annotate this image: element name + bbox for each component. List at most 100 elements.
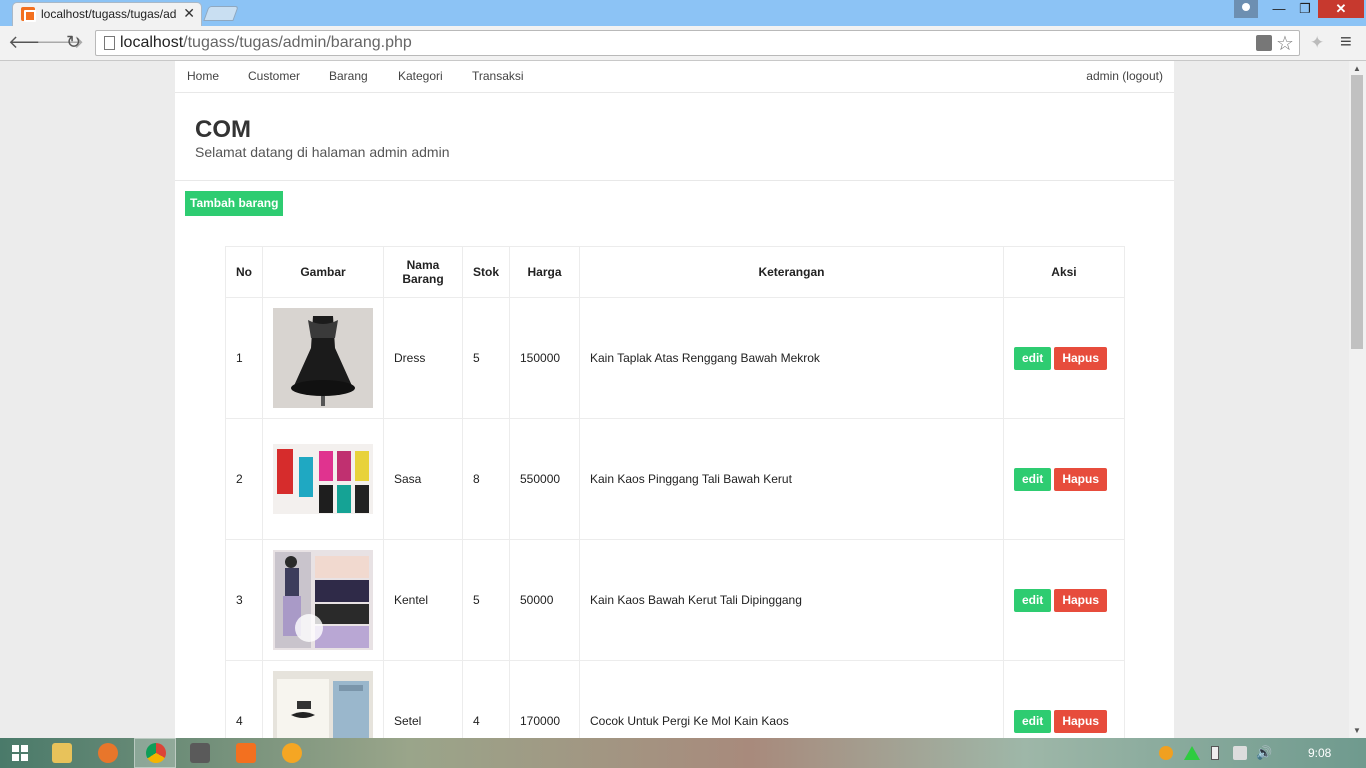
- firefox-icon[interactable]: [98, 743, 118, 763]
- edit-button[interactable]: edit: [1013, 709, 1052, 733]
- chrome-icon: [146, 743, 166, 763]
- nav-transaksi[interactable]: Transaksi: [472, 69, 524, 83]
- cell-image: [262, 539, 384, 661]
- cell-stok: 5: [461, 539, 511, 661]
- hero: COM Selamat datang di halaman admin admi…: [175, 94, 1174, 181]
- scroll-thumb[interactable]: [1351, 75, 1363, 349]
- cell-actions: edit Hapus: [1002, 660, 1126, 738]
- page-container: Home Customer Barang Kategori Transaksi …: [175, 61, 1174, 738]
- nav-kategori[interactable]: Kategori: [398, 69, 443, 83]
- product-image-kentel: [273, 550, 373, 650]
- cell-no: 4: [225, 660, 263, 738]
- file-explorer-icon[interactable]: [52, 743, 72, 763]
- header-gambar: Gambar: [262, 246, 384, 298]
- delete-button[interactable]: Hapus: [1054, 588, 1107, 612]
- cell-name: Setel: [383, 660, 463, 738]
- cell-stok: 5: [461, 297, 511, 419]
- new-tab-button[interactable]: [203, 6, 239, 21]
- header-stok: Stok: [461, 246, 511, 298]
- cell-stok: 4: [461, 660, 511, 738]
- browser-tab[interactable]: localhost/tugass/tugas/ad ✕: [12, 2, 202, 26]
- header-aksi: Aksi: [1002, 246, 1126, 298]
- cell-keterangan: Kain Taplak Atas Renggang Bawah Mekrok: [578, 297, 1004, 419]
- table-row: 4 Setel 4 170000 Cocok Untuk Pergi Ke Mo…: [225, 660, 1126, 738]
- tray-triangle-icon[interactable]: [1184, 746, 1200, 760]
- windows-start-icon[interactable]: [12, 745, 28, 761]
- tab-close-icon[interactable]: ✕: [183, 5, 195, 22]
- delete-button[interactable]: Hapus: [1054, 467, 1107, 491]
- welcome-subtitle: Selamat datang di halaman admin admin: [195, 144, 450, 160]
- cell-name: Kentel: [383, 539, 463, 661]
- windows-taskbar: 🔊 9:08: [0, 738, 1366, 768]
- xampp-favicon-icon: [21, 7, 36, 22]
- edit-button[interactable]: edit: [1013, 346, 1052, 370]
- extension-icon[interactable]: ✦: [1310, 33, 1324, 53]
- user-profile-icon[interactable]: [1234, 0, 1258, 18]
- terminal-icon[interactable]: [190, 743, 210, 763]
- battery-icon[interactable]: [1211, 746, 1219, 760]
- table-row: 1 Dress 5 150000 Kain Taplak Atas Rengga…: [225, 297, 1126, 419]
- product-image-sasa: [273, 429, 373, 529]
- cell-keterangan: Cocok Untuk Pergi Ke Mol Kain Kaos: [578, 660, 1004, 738]
- logout-link[interactable]: admin (logout): [1086, 69, 1163, 83]
- cell-image: [262, 660, 384, 738]
- reload-icon[interactable]: ↻: [66, 32, 81, 53]
- bookmark-star-icon[interactable]: ☆: [1276, 31, 1294, 56]
- items-table: No Gambar Nama Barang Stok Harga Keteran…: [225, 246, 1126, 738]
- cell-actions: edit Hapus: [1002, 297, 1126, 419]
- minimize-button[interactable]: —: [1266, 0, 1292, 18]
- tray-app-icon[interactable]: [1159, 746, 1173, 760]
- cell-harga: 50000: [509, 539, 580, 661]
- table-row: 3 Kentel 5 50000 Kain Kaos Bawah Kerut T…: [225, 539, 1126, 661]
- address-bar[interactable]: localhost/tugass/tugas/admin/barang.php …: [95, 30, 1300, 56]
- cell-no: 3: [225, 539, 263, 661]
- scroll-down-arrow-icon[interactable]: ▼: [1353, 726, 1361, 735]
- cell-harga: 170000: [509, 660, 580, 738]
- table-row: 2 Sasa 8 550000 Kain Kaos Pinggang Tali …: [225, 418, 1126, 540]
- page-viewport: Home Customer Barang Kategori Transaksi …: [0, 61, 1349, 738]
- header-no: No: [225, 246, 263, 298]
- header-keterangan: Keterangan: [578, 246, 1004, 298]
- nav-home[interactable]: Home: [187, 69, 219, 83]
- page-scrollbar[interactable]: ▲ ▼: [1349, 61, 1366, 738]
- cell-keterangan: Kain Kaos Pinggang Tali Bawah Kerut: [578, 418, 1004, 540]
- add-item-button[interactable]: Tambah barang: [185, 191, 284, 216]
- app-orb-icon[interactable]: [282, 743, 302, 763]
- cell-name: Dress: [383, 297, 463, 419]
- cell-harga: 150000: [509, 297, 580, 419]
- delete-button[interactable]: Hapus: [1054, 346, 1107, 370]
- translate-icon[interactable]: [1256, 35, 1272, 51]
- edit-button[interactable]: edit: [1013, 467, 1052, 491]
- product-image-dress: [273, 308, 373, 408]
- volume-icon[interactable]: 🔊: [1256, 746, 1272, 760]
- header-harga: Harga: [509, 246, 580, 298]
- taskbar-clock[interactable]: 9:08: [1308, 746, 1331, 760]
- edit-button[interactable]: edit: [1013, 588, 1052, 612]
- scroll-up-arrow-icon[interactable]: ▲: [1353, 64, 1361, 73]
- cell-no: 1: [225, 297, 263, 419]
- cell-actions: edit Hapus: [1002, 418, 1126, 540]
- chrome-menu-icon[interactable]: ≡: [1340, 31, 1352, 54]
- cell-keterangan: Kain Kaos Bawah Kerut Tali Dipinggang: [578, 539, 1004, 661]
- nav-barang[interactable]: Barang: [329, 69, 368, 83]
- cell-no: 2: [225, 418, 263, 540]
- nav-customer[interactable]: Customer: [248, 69, 300, 83]
- cell-harga: 550000: [509, 418, 580, 540]
- top-navbar: Home Customer Barang Kategori Transaksi …: [175, 61, 1174, 93]
- network-icon[interactable]: [1233, 746, 1247, 760]
- tab-title: localhost/tugass/tugas/ad: [41, 7, 177, 21]
- delete-button[interactable]: Hapus: [1054, 709, 1107, 733]
- restore-button[interactable]: ❐: [1292, 0, 1318, 18]
- browser-titlebar: localhost/tugass/tugas/ad ✕ — ❐ ✕: [0, 0, 1366, 26]
- page-icon: [104, 36, 115, 50]
- chrome-taskbar-item[interactable]: [134, 738, 176, 768]
- cell-image: [262, 297, 384, 419]
- close-window-button[interactable]: ✕: [1318, 0, 1364, 18]
- url-text[interactable]: localhost/tugass/tugas/admin/barang.php: [120, 34, 412, 52]
- product-image-setel: [273, 671, 373, 738]
- cell-name: Sasa: [383, 418, 463, 540]
- cell-actions: edit Hapus: [1002, 539, 1126, 661]
- xampp-icon[interactable]: [236, 743, 256, 763]
- cell-stok: 8: [461, 418, 511, 540]
- browser-toolbar: 🡐 🡒 ↻ localhost/tugass/tugas/admin/baran…: [0, 26, 1366, 61]
